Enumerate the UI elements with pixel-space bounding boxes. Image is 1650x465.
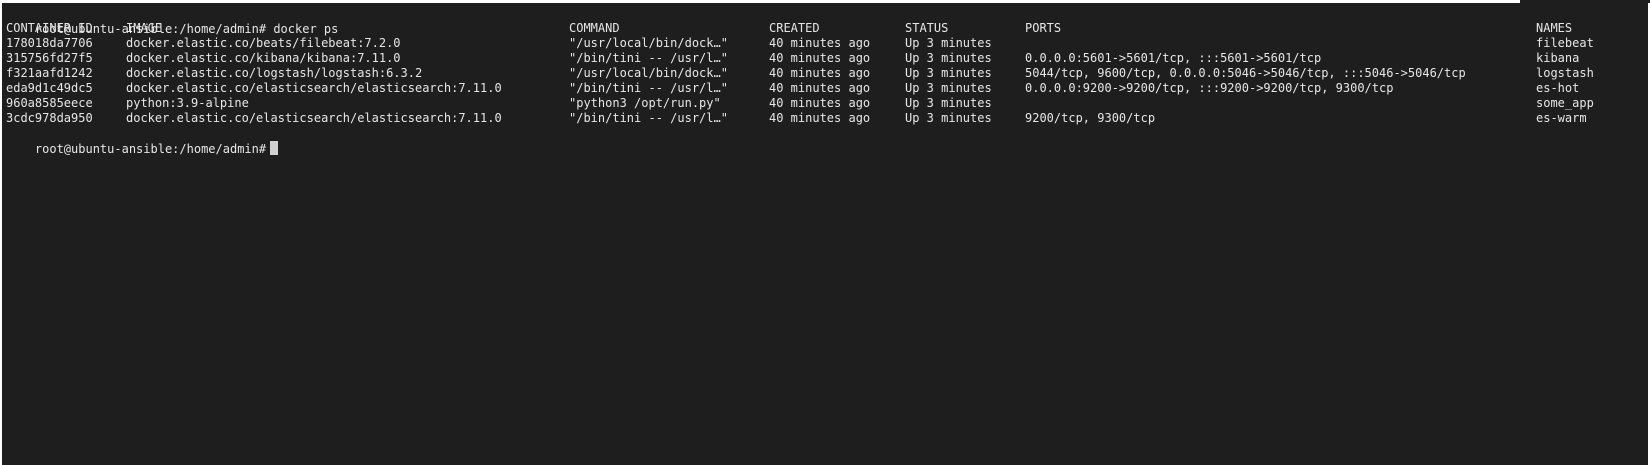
cell-names: logstash (1536, 66, 1594, 80)
cell-image: docker.elastic.co/elasticsearch/elastics… (126, 81, 502, 95)
cell-names: es-hot (1536, 81, 1580, 95)
cell-command: "/usr/local/bin/dock…" (569, 36, 728, 50)
cell-names: es-warm (1536, 111, 1587, 125)
cell-created: 40 minutes ago (769, 66, 871, 80)
cell-ports: 9200/tcp, 9300/tcp (1025, 111, 1156, 125)
header-ports: PORTS (1025, 21, 1062, 35)
cell-ports: 5044/tcp, 9600/tcp, 0.0.0.0:5046->5046/t… (1025, 66, 1466, 80)
terminal-window[interactable]: root@ubuntu-ansible:/home/admin# docker … (2, 3, 1648, 465)
command-prompt-line[interactable]: root@ubuntu-ansible:/home/admin# (6, 126, 279, 156)
table-row: 960a8585eece python:3.9-alpine "python3 … (6, 96, 1646, 111)
cell-image: docker.elastic.co/beats/filebeat:7.2.0 (126, 36, 401, 50)
table-row: 178018da7706 docker.elastic.co/beats/fil… (6, 36, 1646, 51)
command-prompt-line: root@ubuntu-ansible:/home/admin# docker … (6, 7, 338, 36)
cell-image: docker.elastic.co/logstash/logstash:6.3.… (126, 66, 423, 80)
cell-status: Up 3 minutes (905, 66, 992, 80)
cell-command: "/usr/local/bin/dock…" (569, 66, 728, 80)
cell-status: Up 3 minutes (905, 111, 992, 125)
cell-command: "/bin/tini -- /usr/l…" (569, 81, 728, 95)
text-cursor (270, 141, 279, 155)
cell-created: 40 minutes ago (769, 96, 871, 110)
header-created: CREATED (769, 21, 820, 35)
header-container-id: CONTAINER ID (6, 21, 93, 35)
cell-image: docker.elastic.co/kibana/kibana:7.11.0 (126, 51, 401, 65)
cell-created: 40 minutes ago (769, 36, 871, 50)
table-row: f321aafd1242 docker.elastic.co/logstash/… (6, 66, 1646, 81)
cell-image: docker.elastic.co/elasticsearch/elastics… (126, 111, 502, 125)
cell-created: 40 minutes ago (769, 111, 871, 125)
cell-container-id: 178018da7706 (6, 36, 93, 50)
cell-container-id: 960a8585eece (6, 96, 93, 110)
cell-status: Up 3 minutes (905, 51, 992, 65)
cell-status: Up 3 minutes (905, 96, 992, 110)
prompt-text: root@ubuntu-ansible:/home/admin# (34, 142, 267, 156)
cell-status: Up 3 minutes (905, 81, 992, 95)
cell-ports: 0.0.0.0:5601->5601/tcp, :::5601->5601/tc… (1025, 51, 1322, 65)
table-row: eda9d1c49dc5 docker.elastic.co/elasticse… (6, 81, 1646, 96)
cell-created: 40 minutes ago (769, 51, 871, 65)
cell-command: "/bin/tini -- /usr/l…" (569, 111, 728, 125)
cell-container-id: eda9d1c49dc5 (6, 81, 93, 95)
cell-names: some_app (1536, 96, 1594, 110)
cell-ports: 0.0.0.0:9200->9200/tcp, :::9200->9200/tc… (1025, 81, 1394, 95)
cell-image: python:3.9-alpine (126, 96, 249, 110)
cell-container-id: f321aafd1242 (6, 66, 93, 80)
cell-names: kibana (1536, 51, 1580, 65)
table-row: 3cdc978da950 docker.elastic.co/elasticse… (6, 111, 1646, 126)
cell-command: "/bin/tini -- /usr/l…" (569, 51, 728, 65)
table-row: 315756fd27f5 docker.elastic.co/kibana/ki… (6, 51, 1646, 66)
header-names: NAMES (1536, 21, 1573, 35)
cell-container-id: 3cdc978da950 (6, 111, 93, 125)
header-status: STATUS (905, 21, 949, 35)
cell-container-id: 315756fd27f5 (6, 51, 93, 65)
table-header-row: CONTAINER ID IMAGE COMMAND CREATED STATU… (6, 21, 1646, 36)
header-image: IMAGE (126, 21, 163, 35)
cell-names: filebeat (1536, 36, 1594, 50)
cell-command: "python3 /opt/run.py" (569, 96, 721, 110)
cell-created: 40 minutes ago (769, 81, 871, 95)
header-command: COMMAND (569, 21, 620, 35)
cell-status: Up 3 minutes (905, 36, 992, 50)
